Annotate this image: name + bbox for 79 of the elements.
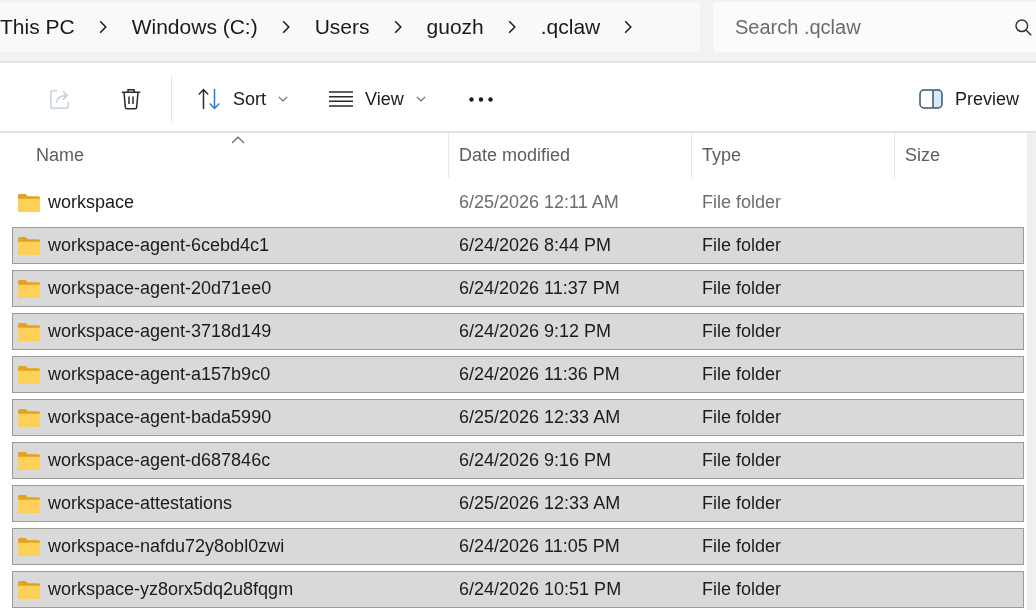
date-modified-text: 6/24/2026 10:51 PM: [459, 579, 622, 599]
folder-icon: [18, 365, 40, 384]
file-row[interactable]: workspace-agent-a157b9c0 6/24/2026 11:36 PM File folder: [12, 356, 1024, 393]
column-header[interactable]: Name: [0, 133, 449, 178]
sort-icon: [197, 87, 221, 111]
file-name: workspace: [48, 192, 135, 213]
file-row[interactable]: workspace-agent-d687846c 6/24/2026 9:16 PM File folder: [12, 442, 1024, 479]
folder-icon: [18, 451, 40, 470]
file-name: workspace-agent-3718d149: [48, 321, 272, 342]
caret-icon: [415, 96, 426, 102]
column-header[interactable]: Size: [895, 133, 1027, 178]
folder-icon: [18, 580, 40, 599]
column-header[interactable]: Type: [692, 133, 895, 178]
file-name: workspace-agent-d687846c: [48, 450, 271, 471]
file-type-text: File folder: [702, 579, 782, 599]
trash-icon: [119, 87, 143, 111]
file-name: workspace-yz8orx5dq2u8fqgm: [48, 579, 294, 600]
file-type-text: File folder: [702, 536, 782, 556]
file-type-text: File folder: [702, 278, 782, 298]
file-name: workspace-attestations: [48, 493, 233, 514]
file-name: workspace-nafdu72y8obl0zwi: [48, 536, 285, 557]
chevron-right-icon: [507, 20, 516, 34]
file-row[interactable]: workspace-agent-3718d149 6/24/2026 9:12 PM File folder: [12, 313, 1024, 350]
file-name: workspace-agent-20d71ee0: [48, 278, 272, 299]
breadcrumb-item[interactable]: Users: [314, 13, 370, 41]
folder-icon: [18, 236, 40, 255]
caret-icon: [278, 96, 288, 102]
file-row[interactable]: workspace-agent-6cebd4c1 6/24/2026 8:44 PM File folder: [12, 227, 1024, 264]
folder-icon: [18, 322, 40, 341]
chevron-right-icon: [281, 20, 290, 34]
sort-button[interactable]: Sort: [192, 79, 293, 119]
breadcrumb-item[interactable]: guozh: [426, 13, 484, 41]
chevron-right-icon: [393, 20, 402, 34]
more-icon: [468, 96, 493, 102]
file-type-text: File folder: [702, 407, 782, 427]
file-row[interactable]: workspace-agent-20d71ee0 6/24/2026 11:37 PM File folder: [12, 270, 1024, 307]
breadcrumb-item[interactable]: This PC: [0, 13, 75, 41]
file-type-text: File folder: [702, 450, 782, 470]
file-row[interactable]: workspace-attestations 6/25/2026 12:33 AM File folder: [12, 485, 1024, 522]
folder-icon: [18, 193, 40, 212]
chevron-right-icon: [624, 20, 633, 34]
file-type-text: File folder: [702, 321, 782, 341]
date-modified-text: 6/24/2026 9:16 PM: [459, 450, 612, 470]
date-modified-text: 6/24/2026 11:37 PM: [459, 278, 620, 298]
share-icon: [48, 87, 72, 111]
search-icon: [1015, 19, 1032, 36]
sort-ascending-icon: [231, 136, 245, 144]
file-type-text: File folder: [702, 364, 782, 384]
search-field[interactable]: Search .qclaw: [713, 2, 1036, 52]
date-modified-text: 6/24/2026 8:44 PM: [459, 235, 612, 255]
file-name: workspace-agent-6cebd4c1: [48, 235, 270, 256]
folder-icon: [18, 537, 40, 556]
file-type-text: File folder: [702, 192, 782, 212]
date-modified-text: 6/24/2026 11:36 PM: [459, 364, 620, 384]
date-modified-text: 6/25/2026 12:33 AM: [459, 407, 621, 427]
chevron-right-icon: [98, 20, 107, 34]
file-row[interactable]: workspace-yz8orx5dq2u8fqgm 6/24/2026 10:51 PM File folder: [12, 571, 1024, 608]
scrollbar-track[interactable]: [1027, 133, 1036, 610]
preview-button[interactable]: Preview: [913, 79, 1036, 119]
folder-icon: [18, 494, 40, 513]
breadcrumb-item[interactable]: .qclaw: [540, 13, 601, 41]
file-row[interactable]: workspace 6/25/2026 12:11 AM File folder: [12, 184, 1024, 221]
view-button[interactable]: View: [324, 79, 431, 119]
date-modified-text: 6/24/2026 9:12 PM: [459, 321, 612, 341]
date-modified-text: 6/24/2026 11:05 PM: [459, 536, 620, 556]
folder-icon: [18, 408, 40, 427]
file-row[interactable]: workspace-agent-bada5990 6/25/2026 12:33 AM File folder: [12, 399, 1024, 436]
folder-icon: [18, 279, 40, 298]
file-type-text: File folder: [702, 493, 782, 513]
date-modified-text: 6/25/2026 12:33 AM: [459, 493, 621, 513]
column-header[interactable]: Date modified: [449, 133, 692, 178]
file-type-text: File folder: [702, 235, 782, 255]
file-name: workspace-agent-a157b9c0: [48, 364, 271, 385]
date-modified-text: 6/25/2026 12:11 AM: [459, 192, 619, 212]
file-name: workspace-agent-bada5990: [48, 407, 272, 428]
list-view-icon: [329, 91, 353, 107]
breadcrumb-item[interactable]: Windows (C:): [131, 13, 258, 41]
preview-pane-icon: [918, 89, 943, 109]
file-row[interactable]: workspace-nafdu72y8obl0zwi 6/24/2026 11:05 PM File folder: [12, 528, 1024, 565]
